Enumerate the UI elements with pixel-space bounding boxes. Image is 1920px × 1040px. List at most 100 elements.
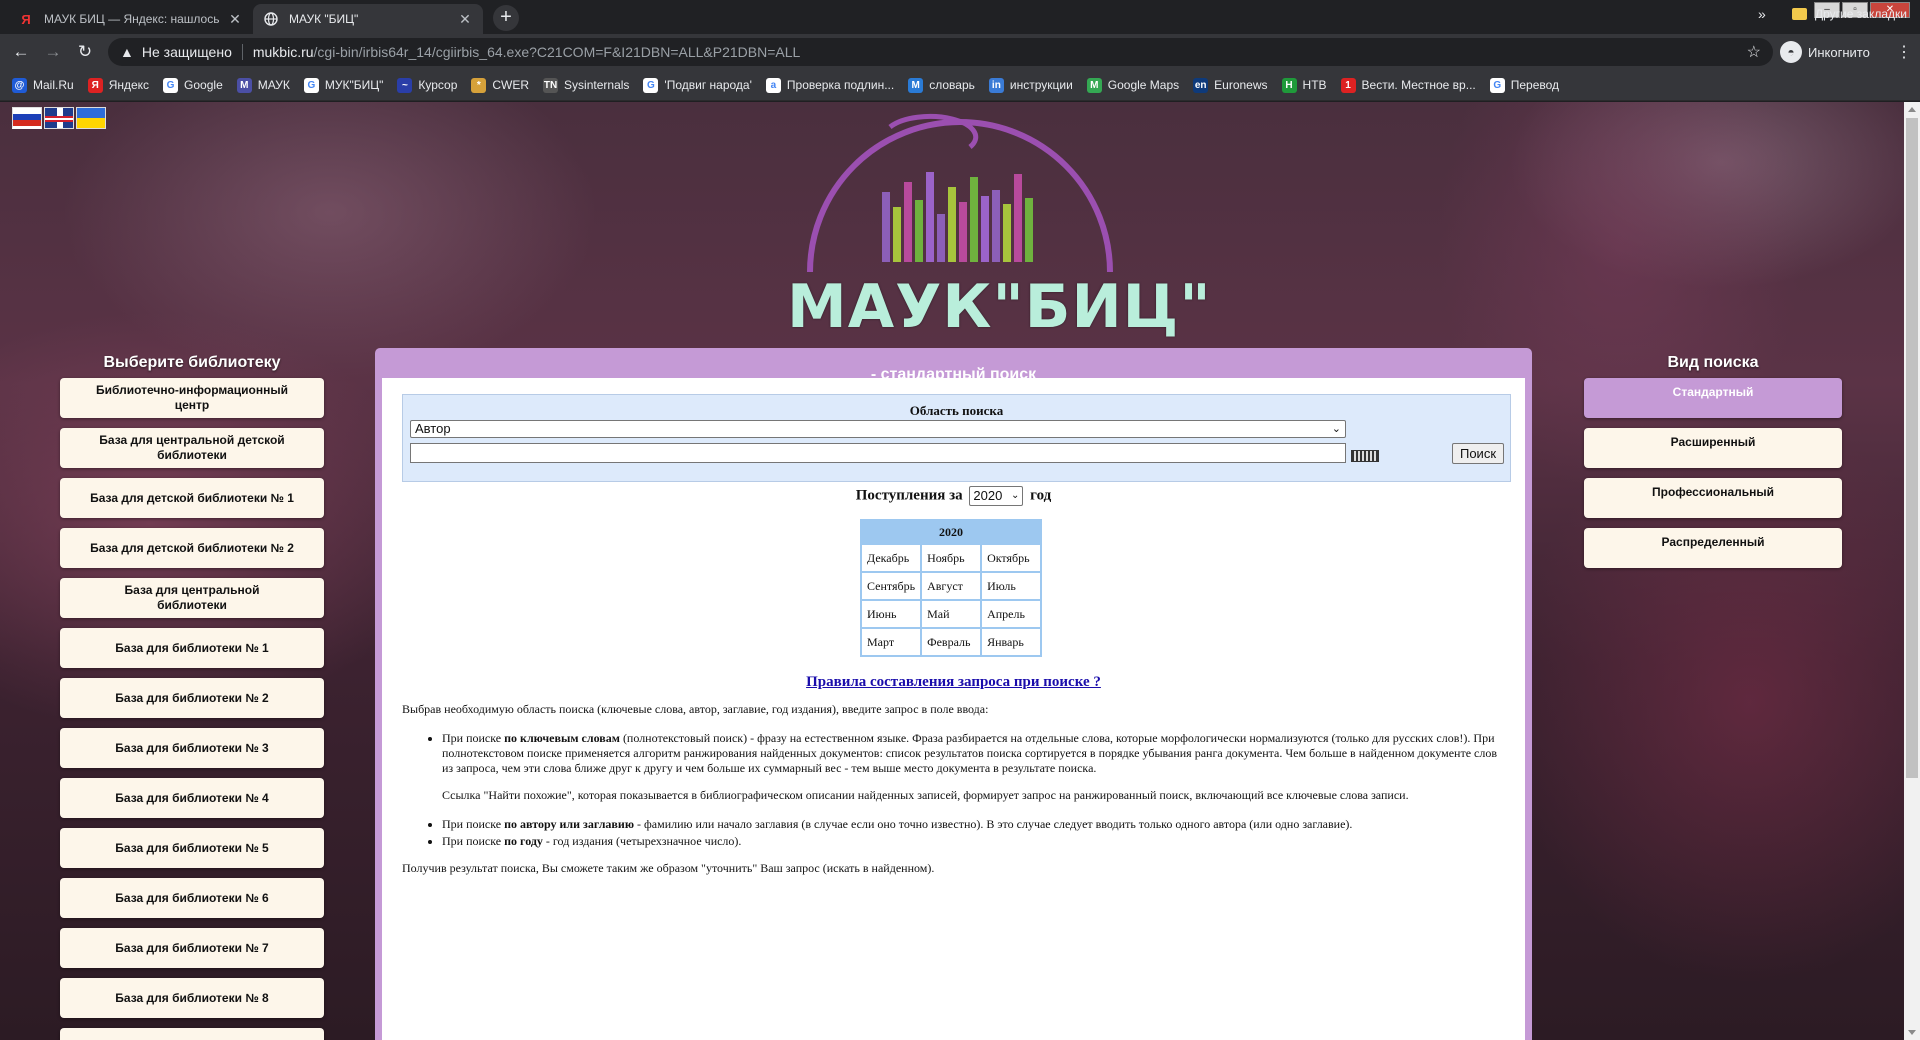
bookmark-item[interactable]: G 'Подвиг народа' bbox=[643, 77, 752, 93]
library-item[interactable]: База для библиотеки № 7 bbox=[60, 928, 324, 968]
new-tab-button[interactable]: + bbox=[493, 5, 519, 31]
month-cell[interactable]: Сентябрь bbox=[859, 571, 923, 601]
bookmark-label: МУК"БИЦ" bbox=[324, 78, 384, 92]
back-arrow-icon[interactable]: ← bbox=[10, 41, 32, 63]
close-tab-icon[interactable]: ✕ bbox=[227, 11, 243, 28]
library-item[interactable]: База для библиотеки № 5 bbox=[60, 828, 324, 868]
bookmark-item[interactable]: G МУК"БИЦ" bbox=[303, 77, 384, 93]
address-bar[interactable]: ▲ Не защищено mukbic.ru/cgi-bin/irbis64r… bbox=[108, 38, 1773, 66]
month-cell[interactable]: Февраль bbox=[920, 627, 983, 657]
help-outro: Получив результат поиска, Вы сможете так… bbox=[402, 861, 935, 875]
library-item[interactable]: База для детской библиотеки № 1 bbox=[60, 478, 324, 518]
bookmark-favicon-icon: G bbox=[303, 77, 319, 93]
bookmark-favicon-icon: ~ bbox=[397, 77, 413, 93]
russian-flag-icon[interactable] bbox=[12, 107, 42, 129]
bookmark-favicon-icon: TN bbox=[543, 77, 559, 93]
bookmark-favicon-icon: en bbox=[1193, 77, 1209, 93]
bookmark-label: Mail.Ru bbox=[33, 78, 74, 92]
bookmarks-overflow-icon[interactable]: » bbox=[1758, 6, 1766, 22]
library-item[interactable]: База для библиотеки № 1 bbox=[60, 628, 324, 668]
month-cell[interactable]: Апрель bbox=[980, 599, 1043, 629]
menu-kebab-icon[interactable]: ⋮ bbox=[1896, 42, 1912, 62]
logo-bar bbox=[970, 177, 978, 262]
library-item[interactable]: База для центральной библиотеки bbox=[60, 578, 324, 618]
library-item[interactable]: База для центральной детской библиотеки bbox=[60, 428, 324, 468]
reload-icon[interactable]: ↻ bbox=[74, 41, 96, 63]
library-item[interactable]: База для библиотеки № 2 bbox=[60, 678, 324, 718]
search-panel: - стандартный поиск Область поиска Автор… bbox=[375, 348, 1532, 1040]
month-cell[interactable]: Январь bbox=[980, 627, 1043, 657]
help-bold-span: по ключевым словам bbox=[504, 731, 620, 745]
bookmark-favicon-icon: in bbox=[988, 77, 1004, 93]
english-flag-icon[interactable] bbox=[44, 107, 74, 129]
bookmark-star-icon[interactable]: ☆ bbox=[1747, 42, 1761, 62]
security-label[interactable]: Не защищено bbox=[142, 44, 232, 60]
scrollbar-thumb[interactable] bbox=[1906, 118, 1918, 778]
months-calendar: 2020 Декабрь Ноябрь Октябрь Сентябрь Авг… bbox=[859, 519, 1043, 657]
library-item[interactable]: База для библиотеки № 3 bbox=[60, 728, 324, 768]
bookmark-item[interactable]: TN Sysinternals bbox=[543, 77, 629, 93]
month-cell[interactable]: Май bbox=[920, 599, 983, 629]
ukrainian-flag-icon[interactable] bbox=[76, 107, 106, 129]
search-type-distributed[interactable]: Распределенный bbox=[1584, 528, 1842, 568]
library-item[interactable]: База для детской библиотеки № 2 bbox=[60, 528, 324, 568]
bookmark-item[interactable]: in инструкции bbox=[988, 77, 1073, 93]
help-item-keywords: При поиске по ключевым словам (полнотекс… bbox=[442, 731, 1502, 803]
month-cell[interactable]: Октябрь bbox=[980, 543, 1043, 573]
help-text-span: При поиске bbox=[442, 834, 505, 848]
query-rules-link[interactable]: Правила составления запроса при поиске ? bbox=[382, 674, 1525, 691]
bookmark-item[interactable]: ~ Курсор bbox=[397, 77, 457, 93]
search-type-standard[interactable]: Стандартный bbox=[1584, 378, 1842, 418]
bookmark-favicon-icon: M bbox=[1086, 77, 1102, 93]
search-input[interactable] bbox=[410, 443, 1346, 463]
search-type-extended[interactable]: Расширенный bbox=[1584, 428, 1842, 468]
bookmark-item[interactable]: Mсловарь bbox=[908, 77, 975, 93]
tab-strip: Я МАУК БИЦ — Яндекс: нашлось ✕ МАУК "БИЦ… bbox=[0, 0, 1920, 34]
library-item[interactable] bbox=[60, 1028, 324, 1040]
help-bold-span: по году bbox=[504, 834, 543, 848]
bookmark-favicon-icon: G bbox=[163, 77, 179, 93]
month-cell[interactable]: Декабрь bbox=[859, 543, 923, 573]
bookmark-label: Google Maps bbox=[1107, 78, 1180, 92]
bookmark-label: словарь bbox=[929, 78, 975, 92]
bookmark-item[interactable]: * CWER bbox=[471, 77, 530, 93]
other-bookmarks[interactable]: Другие закладки bbox=[1792, 7, 1907, 21]
bookmark-item[interactable]: a Проверка подлин... bbox=[765, 77, 894, 93]
search-button[interactable]: Поиск bbox=[1452, 443, 1504, 464]
incognito-indicator[interactable]: ◓ Инкогнито bbox=[1780, 41, 1870, 63]
library-item[interactable]: База для библиотеки № 4 bbox=[60, 778, 324, 818]
bookmark-item[interactable]: 1 Вести. Местное вр... bbox=[1340, 77, 1476, 93]
library-item[interactable]: База для библиотеки № 6 bbox=[60, 878, 324, 918]
library-item[interactable]: База для библиотеки № 8 bbox=[60, 978, 324, 1018]
month-cell[interactable]: Ноябрь bbox=[920, 543, 983, 573]
warning-icon[interactable]: ▲ bbox=[120, 44, 134, 60]
bookmark-item[interactable]: G Google bbox=[163, 77, 223, 93]
bookmark-item[interactable]: M Google Maps bbox=[1086, 77, 1180, 93]
search-type-professional[interactable]: Профессиональный bbox=[1584, 478, 1842, 518]
month-cell[interactable]: Июль bbox=[980, 571, 1043, 601]
bookmark-item[interactable]: en Euronews bbox=[1193, 77, 1268, 93]
page-scrollbar[interactable] bbox=[1904, 102, 1920, 1040]
bookmark-item[interactable]: H НТВ bbox=[1281, 77, 1327, 93]
bookmark-label: CWER bbox=[492, 78, 530, 92]
forward-arrow-icon[interactable]: → bbox=[42, 41, 64, 63]
help-text-span: При поиске bbox=[442, 731, 505, 745]
folder-icon bbox=[1792, 8, 1807, 20]
bookmark-item[interactable]: M МАУК bbox=[236, 77, 290, 93]
scroll-down-icon[interactable] bbox=[1908, 1030, 1916, 1035]
tab-mauk-bic[interactable]: МАУК "БИЦ" ✕ bbox=[253, 4, 483, 34]
bookmark-item[interactable]: Я Яндекс bbox=[87, 77, 149, 93]
search-area-select[interactable]: Автор ⌄ bbox=[410, 420, 1346, 438]
month-cell[interactable]: Март bbox=[859, 627, 923, 657]
month-cell[interactable]: Июнь bbox=[859, 599, 923, 629]
library-item[interactable]: Библиотечно-информационный центр bbox=[60, 378, 324, 418]
scroll-up-icon[interactable] bbox=[1908, 107, 1916, 112]
bookmark-item[interactable]: G Перевод bbox=[1489, 77, 1559, 93]
logo-bar bbox=[926, 172, 934, 262]
month-cell[interactable]: Август bbox=[920, 571, 983, 601]
bookmark-item[interactable]: @ Mail.Ru bbox=[12, 77, 74, 93]
close-tab-icon[interactable]: ✕ bbox=[457, 11, 473, 28]
keyboard-icon[interactable] bbox=[1351, 450, 1379, 462]
year-select[interactable]: 2020 ⌄ bbox=[969, 486, 1024, 506]
tab-yandex[interactable]: Я МАУК БИЦ — Яндекс: нашлось ✕ bbox=[8, 4, 253, 34]
